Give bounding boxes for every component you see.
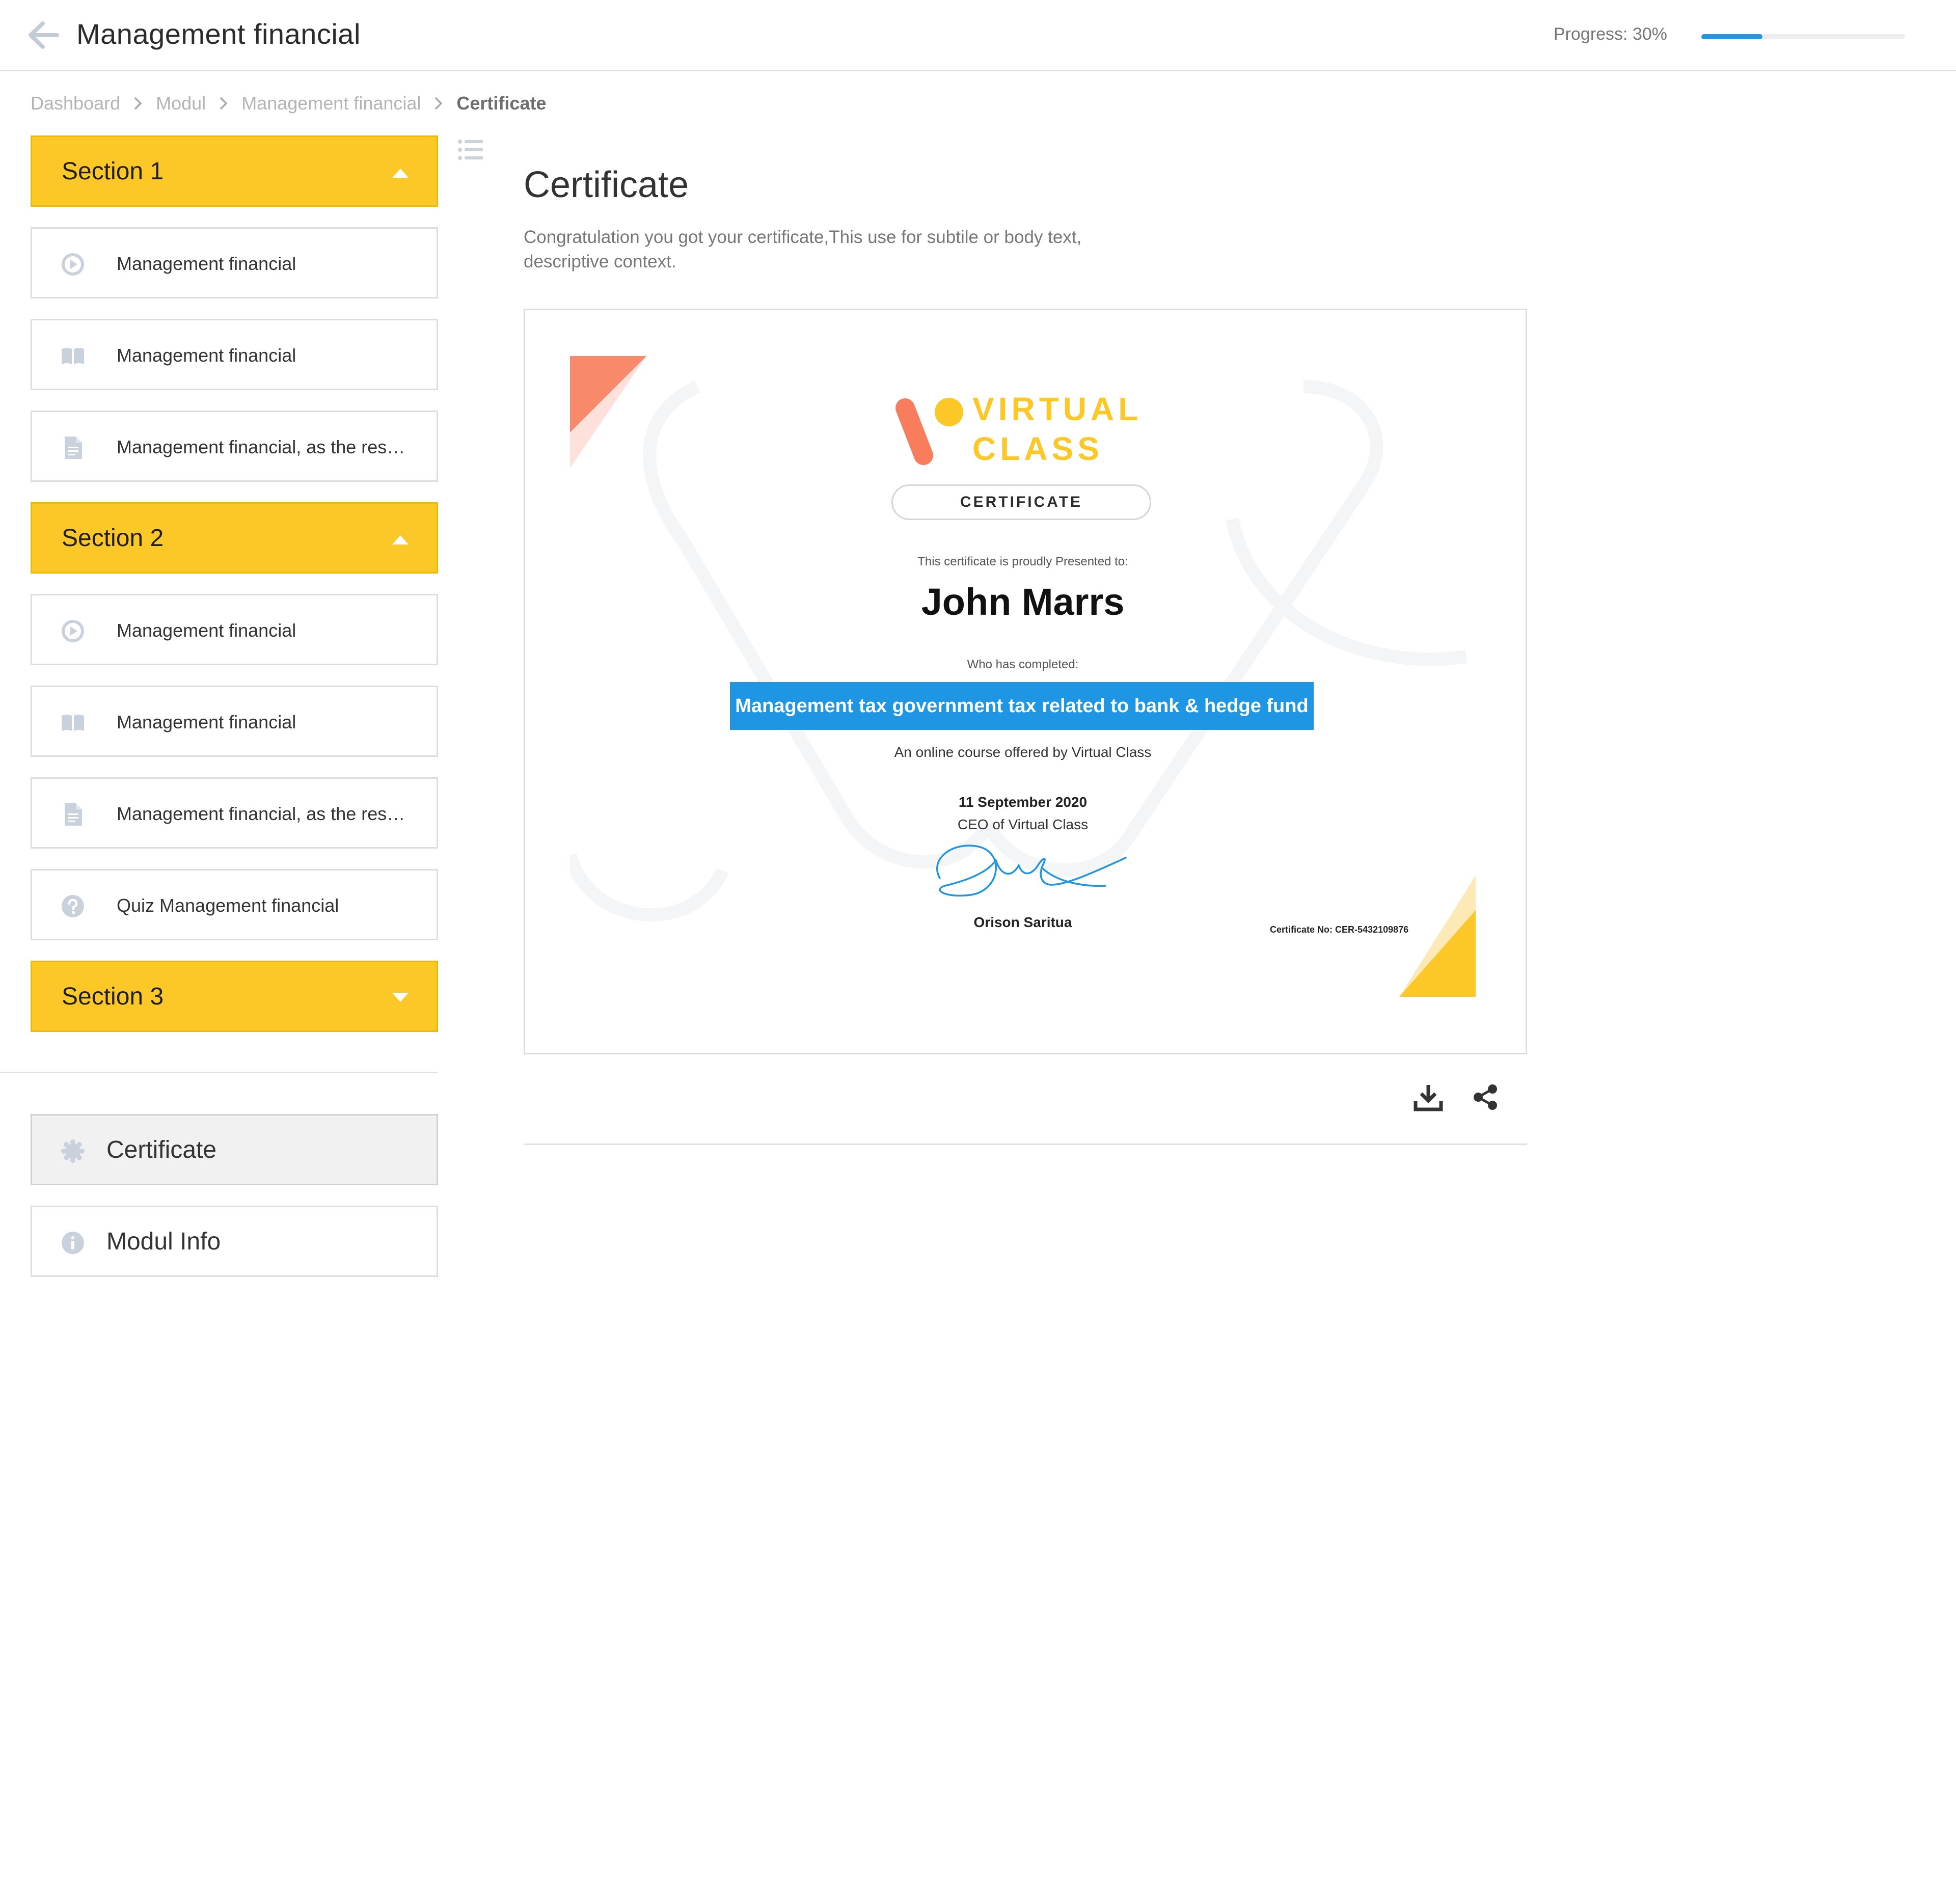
chevron-right-icon xyxy=(426,96,451,111)
progress-bar xyxy=(1701,34,1905,39)
top-bar: Management financial Progress: 30% xyxy=(0,0,1956,71)
certificate-recipient: John Marrs xyxy=(921,581,1125,623)
progress-label: Progress: 30% xyxy=(1554,24,1667,44)
list-toggle-icon[interactable] xyxy=(457,139,484,161)
info-icon xyxy=(62,1232,84,1254)
lesson-label: Management financial, as the res… xyxy=(117,437,405,457)
lesson-item[interactable]: Management financial xyxy=(31,686,438,757)
page-title: Management financial xyxy=(76,18,361,50)
lesson-item[interactable]: Management financial, as the res… xyxy=(31,411,438,482)
quiz-item[interactable]: Quiz Management financial xyxy=(31,869,438,940)
certificate-frame: VIRTUAL CLASS CERTIFICATE This certifica… xyxy=(524,309,1527,1054)
section-header[interactable]: Section 2 xyxy=(31,502,438,574)
section-title: Section 1 xyxy=(62,158,164,185)
lesson-item[interactable]: Management financial, as the res… xyxy=(31,777,438,849)
signature-icon xyxy=(936,845,1127,897)
certificate-presented-to: This certificate is proudly Presented to… xyxy=(917,555,1128,568)
certificate-brand: VIRTUAL CLASS xyxy=(972,389,1142,469)
section-title: Section 3 xyxy=(62,983,164,1010)
chevron-right-icon xyxy=(125,96,151,111)
certificate-label: Certificate xyxy=(106,1136,217,1163)
certificate-date: 11 September 2020 xyxy=(958,794,1088,810)
breadcrumb: Dashboard Modul Management financial Cer… xyxy=(31,91,546,116)
caret-up-icon xyxy=(392,535,409,545)
back-arrow-icon[interactable] xyxy=(25,19,61,51)
breadcrumb-modul[interactable]: Modul xyxy=(156,93,206,114)
play-circle-icon xyxy=(62,253,84,276)
document-icon xyxy=(65,803,82,826)
breadcrumb-certificate: Certificate xyxy=(456,93,547,114)
document-icon xyxy=(65,437,82,459)
sidebar-item-certificate[interactable]: Certificate xyxy=(31,1114,438,1185)
question-circle-icon xyxy=(62,895,84,917)
lesson-item[interactable]: Management financial xyxy=(31,594,438,665)
lesson-item[interactable]: Management financial xyxy=(31,319,438,390)
lesson-label: Management financial xyxy=(117,620,296,641)
sidebar-divider xyxy=(0,1072,438,1073)
lesson-label: Management financial xyxy=(117,253,296,274)
sidebar-item-modul-info[interactable]: Modul Info xyxy=(31,1206,438,1277)
book-icon xyxy=(62,715,84,731)
certificate-signer-title: CEO of Virtual Class xyxy=(957,817,1089,832)
brand-line-1: VIRTUAL xyxy=(972,391,1143,427)
lesson-label: Management financial, as the res… xyxy=(117,803,405,824)
caret-up-icon xyxy=(392,169,409,178)
content-divider xyxy=(524,1144,1527,1145)
section-header[interactable]: Section 1 xyxy=(31,135,438,207)
lesson-label: Management financial xyxy=(117,345,296,366)
book-icon xyxy=(62,348,84,364)
lesson-label: Management financial xyxy=(117,712,296,732)
page: Management financial Progress: 30% Dashb… xyxy=(0,0,1956,1904)
main-description: Congratulation you got your certificate,… xyxy=(524,227,1082,271)
certificate: VIRTUAL CLASS CERTIFICATE This certifica… xyxy=(570,356,1476,997)
caret-down-icon xyxy=(392,993,409,1002)
lesson-item[interactable]: Management financial xyxy=(31,227,438,298)
quiz-label: Quiz Management financial xyxy=(117,895,339,916)
download-icon[interactable] xyxy=(1413,1082,1444,1112)
certificate-badge: CERTIFICATE xyxy=(891,484,1151,520)
play-circle-icon xyxy=(62,620,84,642)
progress-bar-fill xyxy=(1701,34,1762,39)
certificate-who-completed: Who has completed: xyxy=(967,658,1079,671)
badge-icon xyxy=(61,1139,85,1163)
chevron-right-icon xyxy=(211,96,236,111)
certificate-number: Certificate No: CER-5432109876 xyxy=(1270,924,1409,935)
brand-line-2: CLASS xyxy=(972,430,1103,467)
breadcrumb-dashboard[interactable]: Dashboard xyxy=(31,93,120,114)
modul-info-label: Modul Info xyxy=(106,1228,221,1255)
section-title: Section 2 xyxy=(62,525,164,552)
share-icon[interactable] xyxy=(1470,1082,1501,1112)
certificate-offered-by: An online course offered by Virtual Clas… xyxy=(894,744,1152,760)
section-header[interactable]: Section 3 xyxy=(31,961,438,1032)
breadcrumb-management-financial[interactable]: Management financial xyxy=(241,93,421,114)
certificate-course: Management tax government tax related to… xyxy=(730,682,1314,730)
main-title: Certificate xyxy=(524,165,689,205)
